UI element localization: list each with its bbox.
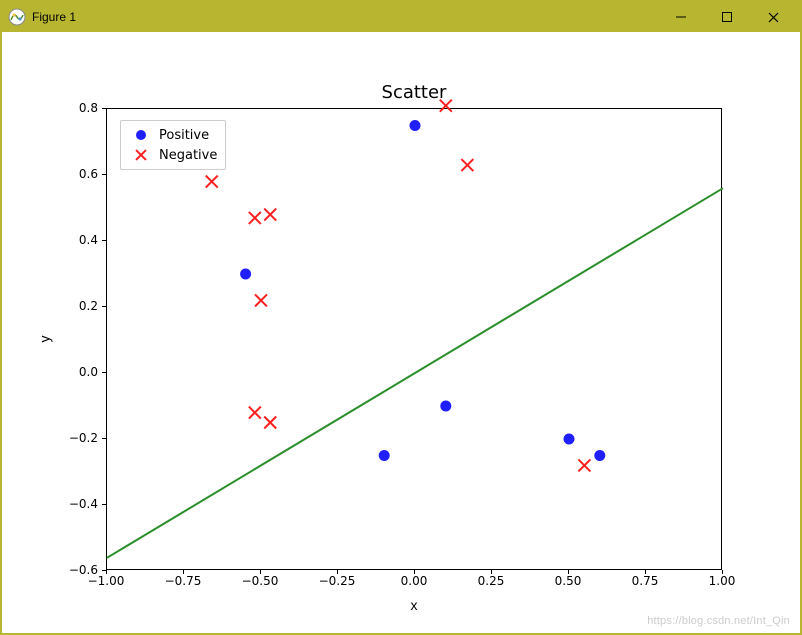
x-tick-label: −0.75 (165, 574, 202, 588)
positive-point (440, 401, 451, 412)
negative-point (255, 294, 267, 306)
negative-point (461, 159, 473, 171)
negative-point (578, 459, 590, 471)
x-tick-label: −0.50 (242, 574, 279, 588)
legend-item-positive: Positive (127, 125, 217, 145)
x-tick-label: −0.25 (319, 574, 356, 588)
x-marker-icon (127, 149, 155, 161)
positive-point (379, 450, 390, 461)
x-tick-label: 0.00 (401, 574, 428, 588)
maximize-button[interactable] (704, 2, 750, 32)
y-tick-label: −0.4 (58, 497, 98, 511)
y-tick-mark (102, 108, 106, 109)
negative-point (264, 209, 276, 221)
y-tick-label: 0.2 (58, 299, 98, 313)
figure-canvas: Scatter y x −1.00−0.75−0.50−0.250.000.25… (2, 32, 800, 633)
watermark: https://blog.csdn.net/Int_Qin (647, 615, 790, 627)
x-tick-label: 0.75 (632, 574, 659, 588)
y-axis-label: y (36, 108, 52, 570)
y-tick-label: 0.6 (58, 167, 98, 181)
axes-box (106, 108, 722, 570)
plot-svg (107, 109, 723, 571)
y-tick-mark (102, 504, 106, 505)
titlebar[interactable]: Figure 1 (2, 2, 800, 32)
y-tick-mark (102, 372, 106, 373)
y-tick-label: −0.6 (58, 563, 98, 577)
positive-point (564, 434, 575, 445)
x-tick-label: 0.50 (555, 574, 582, 588)
x-tick-label: 1.00 (709, 574, 736, 588)
fit-line (107, 188, 723, 558)
y-tick-label: 0.8 (58, 101, 98, 115)
y-tick-label: 0.0 (58, 365, 98, 379)
y-tick-mark (102, 570, 106, 571)
window-title: Figure 1 (32, 10, 76, 24)
chart-title: Scatter (106, 82, 722, 103)
y-tick-label: −0.2 (58, 431, 98, 445)
x-axis-label: x (106, 597, 722, 613)
negative-point (249, 407, 261, 419)
minimize-button[interactable] (658, 2, 704, 32)
negative-point (206, 176, 218, 188)
circle-marker-icon (127, 130, 155, 140)
legend-item-negative: Negative (127, 145, 217, 165)
app-window: Figure 1 Scatter y x −1.00−0.75−0.50−0.2… (0, 0, 802, 635)
legend-label: Negative (155, 148, 217, 163)
positive-point (594, 450, 605, 461)
positive-point (240, 269, 251, 280)
x-tick-label: 0.25 (478, 574, 505, 588)
y-tick-mark (102, 174, 106, 175)
negative-point (249, 212, 261, 224)
y-tick-mark (102, 240, 106, 241)
legend-label: Positive (155, 128, 209, 143)
y-tick-mark (102, 306, 106, 307)
positive-point (410, 120, 421, 131)
app-icon (8, 8, 26, 26)
legend: Positive Negative (120, 120, 226, 170)
y-tick-label: 0.4 (58, 233, 98, 247)
close-button[interactable] (750, 2, 796, 32)
y-tick-mark (102, 438, 106, 439)
negative-point (264, 417, 276, 429)
